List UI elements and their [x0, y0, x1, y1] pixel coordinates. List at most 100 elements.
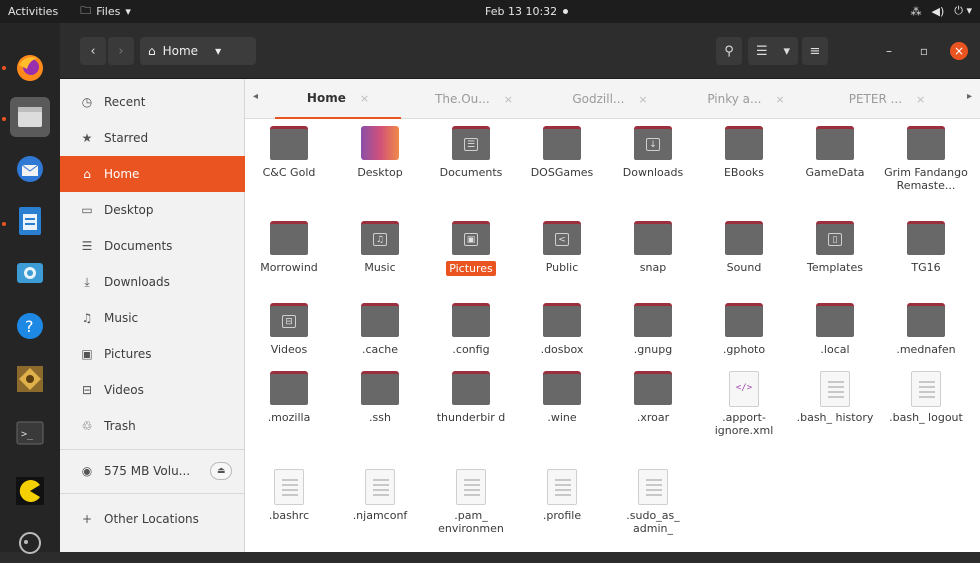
eject-button[interactable]: ⏏ [210, 462, 233, 480]
file-name-label: .pam_ environmen [438, 509, 504, 535]
sidebar-item-label: Documents [104, 239, 173, 253]
top-bar: Activities 🗀 Files ▾ Feb 13 10:32 ⁂ ◀) ⏻… [0, 0, 980, 23]
file-item-desktop[interactable]: Desktop [336, 126, 424, 179]
close-icon[interactable]: × [775, 93, 784, 106]
sidebar-item-recent[interactable]: ◷ Recent [60, 84, 245, 120]
file-item-gnupg[interactable]: .gnupg [609, 303, 697, 356]
file-item-documents[interactable]: ☰ Documents [427, 126, 515, 179]
help-icon[interactable]: ? [10, 306, 50, 346]
folder-icon [634, 371, 672, 405]
sidebar-item-downloads[interactable]: ⤓ Downloads [60, 264, 245, 300]
firefox-icon[interactable] [10, 48, 50, 88]
file-item-gamedata[interactable]: GameData [791, 126, 879, 179]
file-item-dosgames[interactable]: DOSGames [518, 126, 606, 179]
close-icon[interactable]: × [360, 92, 369, 105]
maximize-button[interactable]: ▫ [915, 42, 933, 60]
sidebar-item-other-locations[interactable]: + Other Locations [60, 501, 245, 537]
file-item-gphoto[interactable]: .gphoto [700, 303, 788, 356]
sidebar-item-label: Home [104, 167, 140, 181]
file-name-label: Downloads [622, 166, 684, 179]
file-item-ssh[interactable]: .ssh [336, 371, 424, 424]
sidebar-item-pictures[interactable]: ▣ Pictures [60, 336, 245, 372]
file-item-morrowind[interactable]: Morrowind [245, 221, 333, 274]
file-name-label: C&C Gold [262, 166, 316, 179]
tab-pinky[interactable]: Pinky a... × [683, 79, 809, 119]
sidebar-item-music[interactable]: ♫ Music [60, 300, 245, 336]
sidebar-item-volume[interactable]: ◉ 575 MB Volu... ⏏ [60, 453, 245, 489]
file-item-downloads[interactable]: ↓ Downloads [609, 126, 697, 179]
tab-peter[interactable]: PETER ... × [819, 79, 955, 119]
file-item-thunderbird[interactable]: thunderbir d [427, 371, 515, 424]
tab-home[interactable]: Home × [275, 79, 401, 119]
file-name-label: TG16 [911, 261, 941, 274]
sidebar-item-starred[interactable]: ★ Starred [60, 120, 245, 156]
tab-the-ou[interactable]: The.Ou... × [411, 79, 537, 119]
tabs-scroll-right-button[interactable]: ▸ [967, 91, 972, 102]
file-item-pam-environment[interactable]: .pam_ environmen [427, 469, 515, 535]
file-item-apport-ignore-xml[interactable]: </> .apport- ignore.xml [700, 371, 788, 437]
sidebar-item-trash[interactable]: ♲ Trash [60, 408, 245, 444]
path-bar-home[interactable]: ⌂ Home ▾ [140, 37, 256, 65]
activities-button[interactable]: Activities [8, 5, 58, 18]
file-item-mozilla[interactable]: .mozilla [245, 371, 333, 424]
folder-icon [543, 303, 581, 337]
file-item-ebooks[interactable]: EBooks [700, 126, 788, 179]
file-item-videos[interactable]: ⊟ Videos [245, 303, 333, 356]
hamburger-icon: ≡ [809, 43, 821, 59]
clock[interactable]: Feb 13 10:32 [485, 5, 569, 18]
system-tray[interactable]: ⁂ ◀) ⏻ ▾ [911, 4, 973, 18]
minimize-button[interactable]: – [880, 42, 898, 60]
file-view: ◂ Home × The.Ou... × Godzill... × Pinky a..… [245, 79, 980, 552]
forward-button[interactable]: › [108, 37, 134, 65]
screenshot-icon[interactable] [10, 253, 50, 293]
terminal-icon[interactable]: >_ [10, 413, 50, 453]
sidebar-item-videos[interactable]: ⊟ Videos [60, 372, 245, 408]
file-item-sudo-as-admin-successful[interactable]: .sudo_as_ admin_ [609, 469, 697, 535]
file-item-c-c-gold[interactable]: C&C Gold [245, 126, 333, 179]
menu-button[interactable]: ≡ [802, 37, 828, 65]
view-options-button[interactable]: ☰ ▾ [748, 37, 798, 65]
text-file-icon [634, 469, 672, 505]
home-icon: ⌂ [83, 167, 91, 181]
file-item-dosbox[interactable]: .dosbox [518, 303, 606, 356]
tab-bar: ◂ Home × The.Ou... × Godzill... × Pinky a..… [245, 79, 980, 119]
sidebar-item-documents[interactable]: ☰ Documents [60, 228, 245, 264]
file-item-njamconf[interactable]: .njamconf [336, 469, 424, 522]
file-item-sound[interactable]: Sound [700, 221, 788, 274]
pacman-icon[interactable] [10, 471, 50, 511]
file-item-config[interactable]: .config [427, 303, 515, 356]
sidebar-item-desktop[interactable]: ▭ Desktop [60, 192, 245, 228]
search-button[interactable]: ⚲ [716, 37, 742, 65]
file-item-bash-history[interactable]: .bash_ history [791, 371, 879, 424]
file-item-tg16[interactable]: TG16 [882, 221, 970, 274]
file-item-templates[interactable]: ▯ Templates [791, 221, 879, 274]
tabs-scroll-left-button[interactable]: ◂ [253, 91, 258, 102]
file-item-local[interactable]: .local [791, 303, 879, 356]
file-item-bashrc[interactable]: .bashrc [245, 469, 333, 522]
writer-icon[interactable] [10, 201, 50, 241]
file-item-cache[interactable]: .cache [336, 303, 424, 356]
file-item-public[interactable]: < Public [518, 221, 606, 274]
game-launcher-icon[interactable] [10, 359, 50, 399]
file-item-music[interactable]: ♫ Music [336, 221, 424, 274]
files-icon[interactable] [10, 97, 50, 137]
file-item-grim-fandango-remaste[interactable]: Grim Fandango Remaste... [882, 126, 970, 192]
close-button[interactable]: × [950, 42, 968, 60]
file-item-wine[interactable]: .wine [518, 371, 606, 424]
close-icon[interactable]: × [916, 93, 925, 106]
search-icon: ⚲ [724, 43, 734, 59]
file-item-profile[interactable]: .profile [518, 469, 606, 522]
tab-godzill[interactable]: Godzill... × [547, 79, 673, 119]
show-apps-icon[interactable] [10, 523, 50, 563]
file-item-xroar[interactable]: .xroar [609, 371, 697, 424]
app-menu[interactable]: 🗀 Files ▾ [80, 2, 131, 21]
thunderbird-icon[interactable] [10, 149, 50, 189]
sidebar-item-home[interactable]: ⌂ Home [60, 156, 245, 192]
file-item-bash-logout[interactable]: .bash_ logout [882, 371, 970, 424]
close-icon[interactable]: × [504, 93, 513, 106]
file-item-pictures[interactable]: ▣ Pictures [427, 221, 515, 276]
file-item-snap[interactable]: snap [609, 221, 697, 274]
back-button[interactable]: ‹ [80, 37, 106, 65]
close-icon[interactable]: × [638, 93, 647, 106]
file-item-mednafen[interactable]: .mednafen [882, 303, 970, 356]
